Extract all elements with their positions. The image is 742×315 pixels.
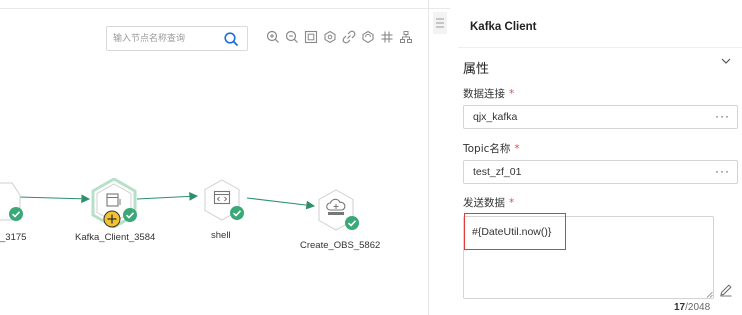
node-kafka-client[interactable]: Kafka_Client_3584 (75, 176, 166, 246)
auto-layout-icon[interactable] (323, 30, 337, 44)
node-label: _3175 (0, 232, 27, 243)
panel-divider[interactable] (428, 0, 429, 315)
tree-layout-icon[interactable] (399, 30, 413, 44)
sync-icon[interactable] (361, 30, 375, 44)
shell-script-icon (213, 190, 231, 205)
topic-name-select[interactable]: test_zf_01 ··· (463, 160, 738, 184)
edit-pencil-icon[interactable] (719, 283, 733, 297)
topic-name-value: test_zf_01 (473, 166, 522, 178)
node-label: shell (211, 230, 231, 241)
kafka-client-icon (106, 193, 121, 207)
search-icon[interactable] (223, 31, 239, 47)
node-label: Kafka_Client_3584 (75, 232, 156, 243)
node-label: Create_OBS_5862 (300, 240, 381, 251)
section-title-properties[interactable]: 属性 (463, 58, 489, 77)
field-label-send-data: 发送数据 * (463, 197, 515, 209)
node-create-obs[interactable]: Create_OBS_5862 (296, 186, 386, 256)
menu-toggle-icon[interactable] (433, 12, 447, 34)
success-check-icon (230, 206, 244, 220)
grid-icon[interactable] (380, 30, 394, 44)
node-shell[interactable]: shell (198, 174, 258, 244)
success-check-icon (123, 208, 137, 222)
success-check-icon (9, 207, 23, 221)
char-counter: 17/2048 (674, 302, 711, 313)
highlight-box (464, 213, 566, 250)
field-label-data-connection: 数据连接 * (463, 88, 515, 100)
success-check-icon (345, 216, 359, 230)
add-badge-icon[interactable] (103, 210, 121, 228)
field-label-topic-name: Topic名称 * (463, 143, 520, 155)
node-search-input[interactable] (113, 31, 218, 47)
data-connection-value: qjx_kafka (473, 111, 518, 123)
node-search-box[interactable] (106, 26, 248, 51)
panel-title: Kafka Client (470, 21, 537, 33)
fit-view-icon[interactable] (304, 30, 318, 44)
zoom-out-icon[interactable] (285, 30, 299, 44)
link-icon[interactable] (342, 30, 356, 44)
more-options-button[interactable]: ··· (715, 109, 730, 123)
node-3175[interactable]: _3175 (0, 180, 30, 250)
data-connection-select[interactable]: qjx_kafka ··· (463, 105, 738, 129)
zoom-in-icon[interactable] (266, 30, 280, 44)
section-divider (458, 47, 742, 48)
chevron-down-icon[interactable] (720, 56, 732, 66)
resize-handle-icon[interactable] (706, 291, 713, 298)
more-options-button[interactable]: ··· (715, 164, 730, 178)
